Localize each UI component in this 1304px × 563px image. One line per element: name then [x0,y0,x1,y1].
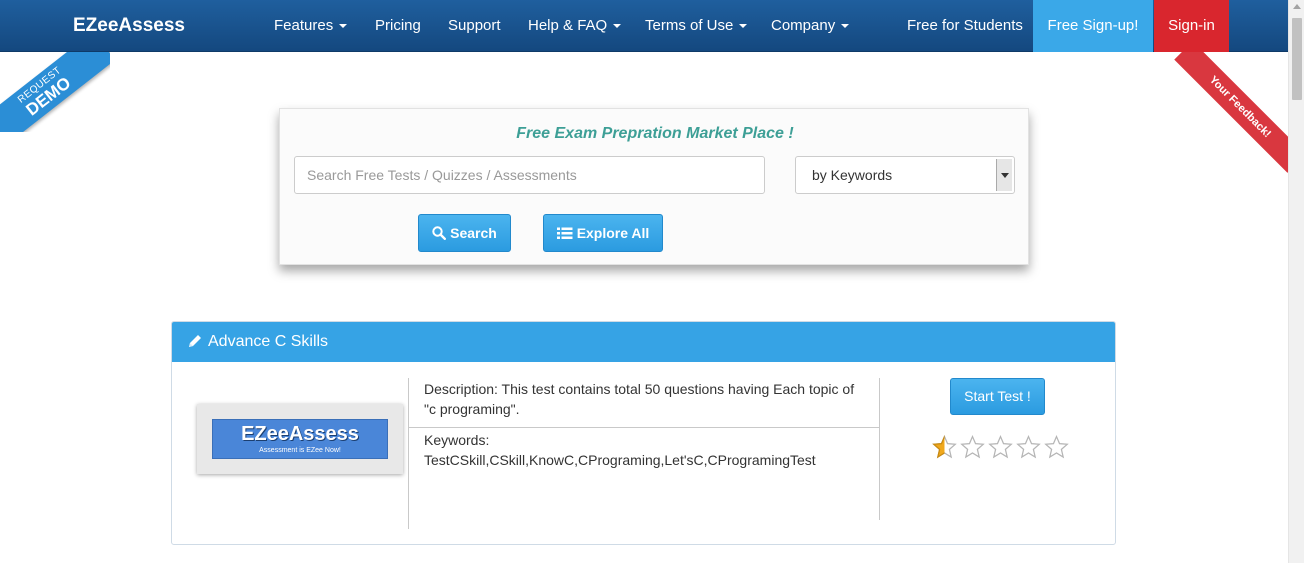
search-input[interactable] [294,156,765,194]
dropdown-arrow-icon [996,159,1012,191]
nav-support[interactable]: Support [448,17,501,34]
nav-pricing-label: Pricing [375,17,421,34]
logo-tagline: Assessment is EZee Now! [259,447,341,454]
star-icon[interactable] [1043,435,1070,459]
feedback-band: Your Feedback! [1174,52,1288,173]
chevron-down-icon [339,24,348,29]
pencil-icon [189,335,201,347]
explore-all-label: Explore All [576,225,650,241]
signin-button[interactable]: Sign-in [1154,0,1229,52]
keywords-list: TestCSkill,CSkill,KnowC,CPrograming,Let'… [424,452,816,468]
request-demo-big-text: DEMO [22,73,75,120]
search-button-label: Search [450,225,497,241]
test-logo: EZeeAssess Assessment is EZee Now! [197,404,403,474]
nav-features[interactable]: Features [274,17,348,34]
chevron-down-icon [739,24,748,29]
start-test-button[interactable]: Start Test ! [950,378,1045,415]
ezeeassess-logo-image: EZeeAssess Assessment is EZee Now! [212,419,388,459]
marketplace-title: Free Exam Prepration Market Place ! [516,125,794,142]
nav-free-for-students[interactable]: Free for Students [907,17,1023,34]
chevron-down-icon [841,24,850,29]
top-navbar: EZeeAssess Features Pricing Support Help… [0,0,1288,52]
search-type-value: by Keywords [812,167,893,183]
chevron-down-icon [613,24,622,29]
nav-help-faq-label: Help & FAQ [528,17,608,34]
brand-logo[interactable]: EZeeAssess [73,15,185,37]
star-icon[interactable] [1015,435,1042,459]
nav-pricing[interactable]: Pricing [375,17,421,34]
test-description: Description: This test contains total 50… [424,381,855,417]
divider [408,378,409,529]
divider [879,378,880,520]
keywords-label: Keywords: [424,432,490,448]
explore-all-button[interactable]: Explore All [543,214,663,252]
scroll-thumb[interactable] [1292,18,1302,100]
nav-terms[interactable]: Terms of Use [645,17,748,34]
nav-support-label: Support [448,17,501,34]
test-keywords-block: Keywords: TestCSkill,CSkill,KnowC,CProgr… [424,430,869,470]
test-card-header: Advance C Skills [172,322,1115,362]
scroll-up-arrow-icon[interactable] [1293,4,1301,9]
vertical-scrollbar[interactable] [1288,0,1304,563]
star-icon[interactable] [959,435,986,459]
list-icon [556,227,573,239]
test-card: Advance C Skills EZeeAssess Assessment i… [171,321,1116,545]
nav-help-faq[interactable]: Help & FAQ [528,17,622,34]
rating-stars[interactable] [931,435,1071,459]
search-panel: Free Exam Prepration Market Place ! by K… [279,108,1029,265]
search-type-select[interactable]: by Keywords [795,156,1015,194]
nav-free-for-students-label: Free for Students [907,17,1023,34]
star-icon[interactable] [987,435,1014,459]
search-icon [432,226,447,241]
nav-company[interactable]: Company [771,17,850,34]
free-signup-button[interactable]: Free Sign-up! [1033,0,1153,52]
request-demo-ribbon[interactable]: REQUEST DEMO [0,52,110,132]
star-icon[interactable] [931,435,958,459]
logo-text: EZeeAssess [241,423,359,445]
request-demo-band: REQUEST DEMO [0,52,110,132]
test-title[interactable]: Advance C Skills [208,333,328,351]
feedback-ribbon[interactable]: Your Feedback! [1160,52,1288,177]
divider [408,427,880,428]
nav-terms-label: Terms of Use [645,17,734,34]
nav-features-label: Features [274,17,334,34]
search-button[interactable]: Search [418,214,511,252]
nav-company-label: Company [771,17,836,34]
